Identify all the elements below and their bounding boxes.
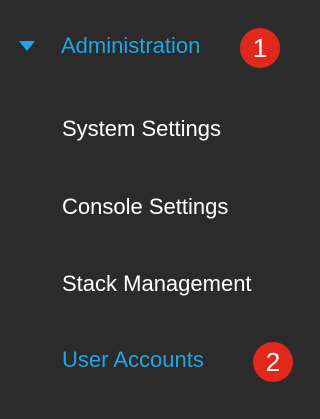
menu-item-label: User Accounts bbox=[62, 347, 204, 372]
caret-down-icon[interactable] bbox=[19, 41, 35, 51]
menu-item-stack-management[interactable]: Stack Management bbox=[0, 262, 317, 306]
callout-badge-2: 2 bbox=[253, 342, 293, 382]
menu-item-label: System Settings bbox=[62, 116, 221, 141]
menu-item-label: Console Settings bbox=[62, 194, 229, 219]
menu-item-console-settings[interactable]: Console Settings bbox=[0, 185, 317, 229]
callout-badge-1: 1 bbox=[240, 28, 280, 68]
menu-section-label: Administration bbox=[61, 33, 201, 58]
menu-item-system-settings[interactable]: System Settings bbox=[0, 107, 317, 151]
menu-item-label: Stack Management bbox=[62, 271, 252, 296]
